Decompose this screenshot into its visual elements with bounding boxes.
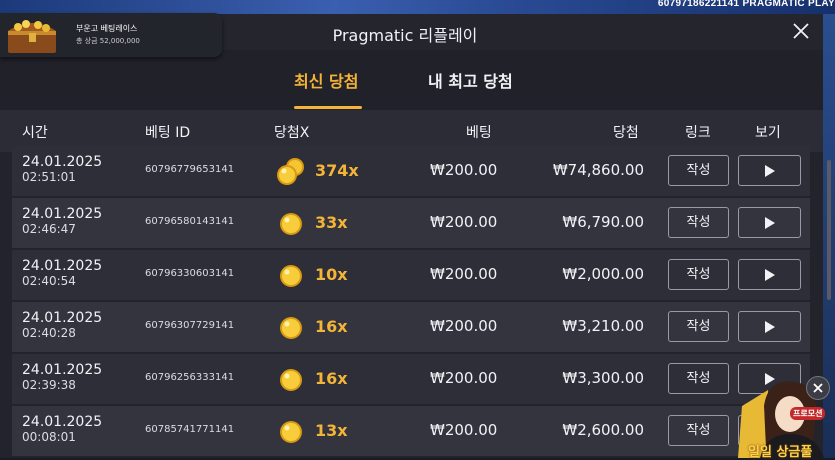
play-icon: [765, 269, 775, 281]
row-win: ₩74,860.00: [552, 161, 644, 179]
play-replay-button[interactable]: [738, 207, 801, 238]
table-row: 24.01.2025 02:51:01 60796779653141 374x ₩200…: [12, 146, 810, 196]
column-bet: 베팅: [466, 125, 492, 141]
row-bet: ₩200.00: [430, 369, 498, 387]
tab-bar: 최신 당첨 내 최고 당첨: [0, 50, 823, 110]
scrollbar[interactable]: [827, 160, 831, 300]
play-icon: [765, 217, 775, 229]
promo-title: 부운고 베팅레이스: [76, 24, 138, 33]
row-date: 24.01.2025: [22, 414, 103, 430]
promo-badge: 프로모션: [790, 407, 826, 420]
write-link-button[interactable]: 작성: [668, 207, 729, 238]
column-multiplier: 당첨X: [274, 125, 310, 141]
treasure-chest-icon: [8, 20, 56, 53]
row-datetime: 24.01.2025 02:39:38: [22, 363, 102, 393]
table-row: 24.01.2025 00:08:01 60785741771141 13x ₩200.…: [12, 406, 810, 456]
close-button[interactable]: [789, 19, 813, 43]
row-date: 24.01.2025: [22, 310, 103, 326]
row-win: ₩6,790.00: [562, 213, 644, 231]
row-multiplier: 10x: [315, 265, 348, 284]
row-date: 24.01.2025: [22, 206, 103, 222]
row-datetime: 24.01.2025 00:08:01: [22, 415, 102, 445]
column-link: 링크: [685, 125, 711, 141]
column-time: 시간: [22, 125, 48, 141]
row-time: 02:40:54: [22, 274, 76, 288]
row-win: ₩3,300.00: [562, 369, 644, 387]
row-date: 24.01.2025: [22, 258, 103, 274]
write-link-button[interactable]: 작성: [668, 311, 729, 342]
row-bet-id: 60796330603141: [145, 268, 235, 279]
row-bet: ₩200.00: [430, 317, 498, 335]
promo-subtitle: 총 상금 52,000,000: [76, 37, 140, 45]
promo-banner[interactable]: 부운고 베팅레이스 총 상금 52,000,000: [0, 13, 222, 57]
write-link-button[interactable]: 작성: [668, 155, 729, 186]
row-win: ₩2,000.00: [562, 265, 644, 283]
play-icon: [765, 165, 775, 177]
play-icon: [765, 321, 775, 333]
coin-icon: [274, 260, 308, 292]
close-icon: [813, 383, 823, 393]
row-bet: ₩200.00: [430, 265, 498, 283]
play-replay-button[interactable]: [738, 155, 801, 186]
row-multiplier: 16x: [315, 317, 348, 336]
play-replay-button[interactable]: [738, 311, 801, 342]
row-time: 02:40:28: [22, 326, 76, 340]
row-time: 00:08:01: [22, 430, 76, 444]
tab-my-best-wins[interactable]: 내 최고 당첨: [428, 68, 513, 92]
column-bet-id: 베팅 ID: [145, 125, 191, 141]
write-link-button[interactable]: 작성: [668, 415, 729, 446]
tab-latest-wins[interactable]: 최신 당첨: [294, 68, 358, 92]
row-time: 02:39:38: [22, 378, 76, 392]
coin-icon: [274, 364, 308, 396]
promo-close-button[interactable]: [806, 376, 830, 400]
row-multiplier: 13x: [315, 421, 348, 440]
row-bet: ₩200.00: [430, 213, 498, 231]
row-multiplier: 16x: [315, 369, 348, 388]
game-id-text: 60797186221141 PRAGMATIC PLAY: [657, 0, 835, 9]
row-date: 24.01.2025: [22, 362, 103, 378]
coin-icon: [274, 208, 308, 240]
write-link-button[interactable]: 작성: [668, 363, 729, 394]
row-multiplier: 374x: [315, 161, 359, 180]
table-row: 24.01.2025 02:40:54 60796330603141 10x ₩200.…: [12, 250, 810, 300]
row-datetime: 24.01.2025 02:40:28: [22, 311, 102, 341]
write-link-button[interactable]: 작성: [668, 259, 729, 290]
active-tab-indicator: [294, 106, 362, 109]
promo-label: 일일 상금풀: [748, 445, 813, 460]
row-win: ₩2,600.00: [562, 421, 644, 439]
row-bet-id: 60796580143141: [145, 216, 235, 227]
row-bet-id: 60796779653141: [145, 164, 235, 175]
coin-icon: [274, 312, 308, 344]
row-date: 24.01.2025: [22, 154, 103, 170]
close-icon: [793, 23, 809, 39]
row-datetime: 24.01.2025 02:40:54: [22, 259, 102, 289]
coin-icon: [274, 156, 308, 188]
coin-icon: [274, 416, 308, 448]
row-win: ₩3,210.00: [562, 317, 644, 335]
row-bet-id: 60785741771141: [145, 424, 235, 435]
row-bet-id: 60796256333141: [145, 372, 235, 383]
row-datetime: 24.01.2025 02:51:01: [22, 155, 102, 185]
row-time: 02:51:01: [22, 170, 76, 184]
column-win: 당첨: [613, 125, 639, 141]
row-time: 02:46:47: [22, 222, 76, 236]
column-view: 보기: [755, 125, 781, 141]
table-row: 24.01.2025 02:39:38 60796256333141 16x ₩200.…: [12, 354, 810, 404]
row-multiplier: 33x: [315, 213, 348, 232]
row-datetime: 24.01.2025 02:46:47: [22, 207, 102, 237]
table-row: 24.01.2025 02:46:47 60796580143141 33x ₩200.…: [12, 198, 810, 248]
row-bet: ₩200.00: [430, 421, 498, 439]
row-bet-id: 60796307729141: [145, 320, 235, 331]
row-bet: ₩200.00: [430, 161, 498, 179]
table-row: 24.01.2025 02:40:28 60796307729141 16x ₩200.…: [12, 302, 810, 352]
play-replay-button[interactable]: [738, 259, 801, 290]
